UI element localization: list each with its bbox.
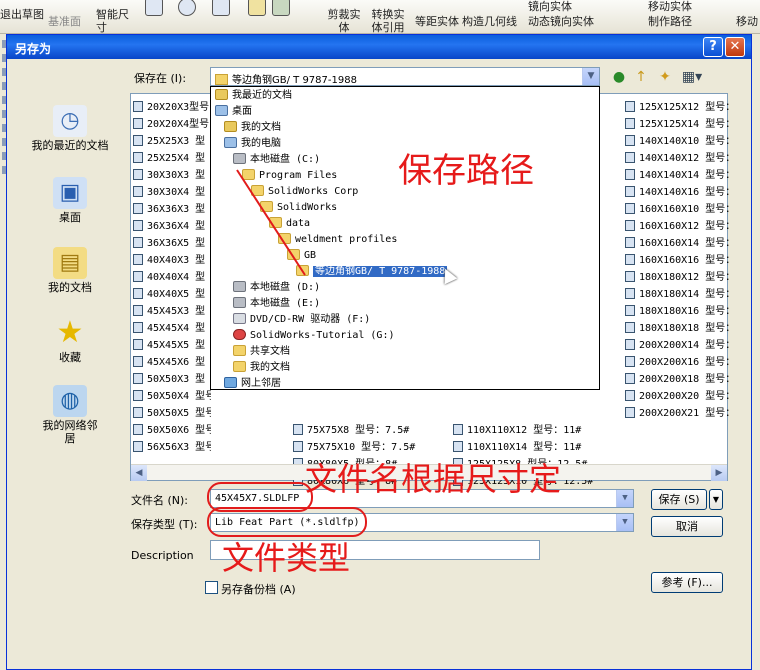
annotation-filetype-note: 文件类型 <box>222 539 351 577</box>
annotation-arrow-line <box>236 169 306 276</box>
annotation-overlay <box>236 169 306 276</box>
annotation-save-path: 保存路径 <box>398 151 534 191</box>
annotation-filename-note: 文件名根据尺寸定 <box>305 460 562 498</box>
